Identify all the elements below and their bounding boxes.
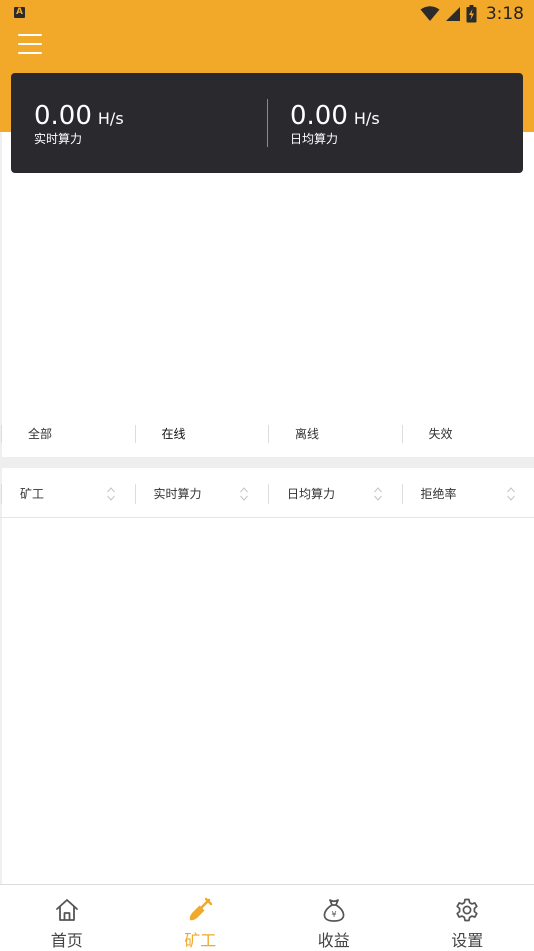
menu-icon-bar <box>18 34 42 36</box>
nav-item-settings-label: 设置 <box>451 927 483 951</box>
daily-hashrate-unit: H/s <box>354 109 380 128</box>
status-bar: A 3:18 <box>0 0 534 28</box>
wifi-icon <box>420 6 440 22</box>
realtime-hashrate: 0.00 H/s 实时算力 <box>34 101 124 147</box>
card-divider <box>267 99 268 147</box>
section-separator <box>0 457 534 468</box>
nav-item-settings[interactable]: 设置 <box>401 885 534 951</box>
column-header-daily-hashrate-label: 日均算力 <box>287 480 335 508</box>
tab-offline-label: 离线 <box>295 420 319 448</box>
home-icon <box>54 897 80 923</box>
tab-invalid-label: 失效 <box>429 420 453 448</box>
menu-button[interactable] <box>18 34 42 54</box>
svg-text:¥: ¥ <box>331 910 336 919</box>
tab-all[interactable]: 全部 <box>0 420 134 448</box>
notification-icon: A <box>14 7 25 18</box>
nav-item-earnings[interactable]: ¥ 收益 <box>267 885 401 951</box>
column-header-miner[interactable]: 矿工 <box>0 480 134 508</box>
realtime-hashrate-value: 0.00 <box>34 101 92 131</box>
column-header-reject-rate[interactable]: 拒绝率 <box>401 480 534 508</box>
daily-hashrate: 0.00 H/s 日均算力 <box>290 101 380 147</box>
filter-tabs: 全部 在线 离线 失效 <box>0 420 534 448</box>
tab-online-label: 在线 <box>162 420 186 448</box>
money-bag-icon: ¥ <box>321 897 347 923</box>
cell-signal-icon <box>445 6 461 22</box>
battery-icon <box>466 5 477 23</box>
content-left-edge <box>0 132 2 884</box>
realtime-hashrate-unit: H/s <box>98 109 124 128</box>
sort-icon <box>106 486 116 502</box>
gear-icon <box>454 897 480 923</box>
sort-icon <box>239 486 249 502</box>
daily-hashrate-value: 0.00 <box>290 101 348 131</box>
nav-item-home[interactable]: 首页 <box>0 885 134 951</box>
menu-icon-bar <box>18 43 42 45</box>
realtime-hashrate-label: 实时算力 <box>34 131 124 147</box>
table-header-divider <box>0 517 534 518</box>
status-time: 3:18 <box>486 4 524 24</box>
tab-all-label: 全部 <box>28 420 52 448</box>
daily-hashrate-label: 日均算力 <box>290 131 380 147</box>
tab-online[interactable]: 在线 <box>134 420 268 448</box>
nav-item-miners-label: 矿工 <box>184 927 216 951</box>
bottom-nav: 首页 矿工 ¥ 收益 设置 <box>0 884 534 951</box>
shovel-icon <box>187 897 213 923</box>
sort-icon <box>373 486 383 502</box>
hashrate-card: 0.00 H/s 实时算力 0.00 H/s 日均算力 <box>11 73 523 173</box>
column-header-miner-label: 矿工 <box>20 480 44 508</box>
tab-offline[interactable]: 离线 <box>267 420 401 448</box>
status-icons: 3:18 <box>420 3 524 25</box>
nav-item-miners[interactable]: 矿工 <box>134 885 268 951</box>
column-header-daily-hashrate[interactable]: 日均算力 <box>267 480 401 508</box>
table-header: 矿工 实时算力 日均算力 拒绝率 <box>0 480 534 508</box>
menu-icon-bar <box>18 52 42 54</box>
sort-icon <box>506 486 516 502</box>
tab-invalid[interactable]: 失效 <box>401 420 534 448</box>
column-header-reject-rate-label: 拒绝率 <box>421 480 457 508</box>
column-header-realtime-hashrate-label: 实时算力 <box>154 480 202 508</box>
nav-item-earnings-label: 收益 <box>318 927 350 951</box>
nav-item-home-label: 首页 <box>51 927 83 951</box>
column-header-realtime-hashrate[interactable]: 实时算力 <box>134 480 268 508</box>
